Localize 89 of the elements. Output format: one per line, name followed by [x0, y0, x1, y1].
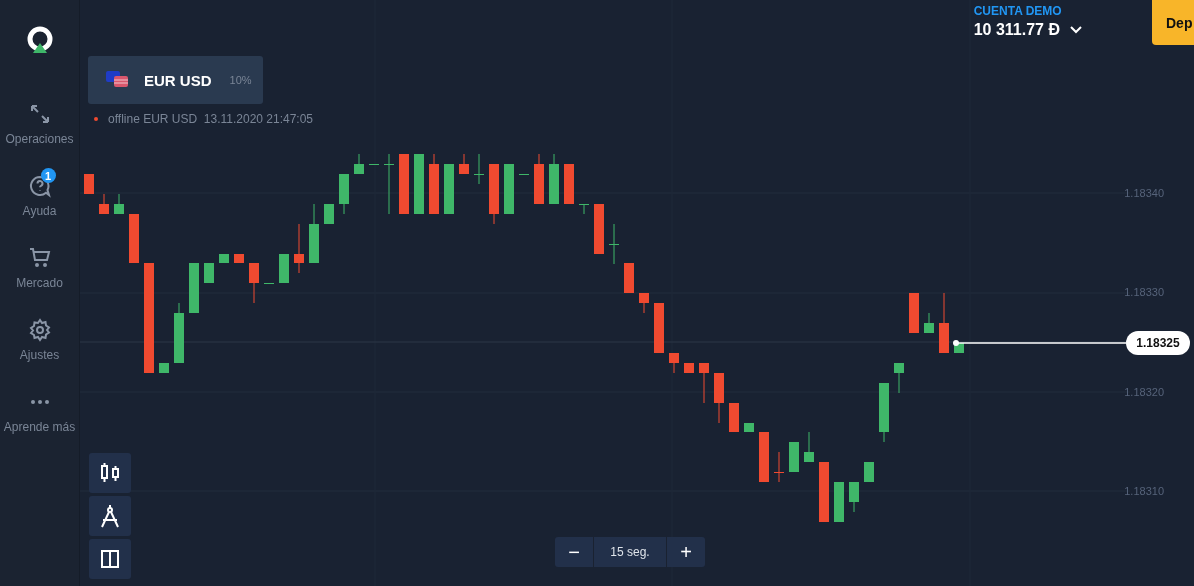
timeframe-value: 15 seg.	[593, 537, 667, 567]
candlestick	[429, 153, 439, 215]
layout-button[interactable]	[89, 539, 131, 579]
candlestick	[399, 153, 409, 215]
balance: 10 311.77 Đ	[973, 21, 1060, 39]
candlestick	[234, 253, 244, 264]
candlestick	[669, 352, 679, 374]
cart-icon	[27, 246, 52, 270]
current-price-label: 1.18325	[1126, 331, 1190, 355]
candlestick	[609, 223, 619, 265]
zoom-in-button[interactable]: +	[667, 537, 705, 567]
candlestick	[129, 213, 139, 264]
logo-icon	[25, 26, 54, 54]
candlestick	[714, 372, 724, 424]
sidebar-item[interactable]: 1 Ayuda	[0, 166, 80, 238]
candlestick	[909, 292, 919, 334]
candlestick	[849, 481, 859, 513]
help-icon	[27, 174, 52, 198]
candlestick	[324, 203, 334, 225]
candlestick	[174, 302, 184, 364]
candlestick	[549, 153, 559, 205]
price-tick: 1.18340	[1124, 187, 1164, 199]
flags-icon	[106, 71, 130, 89]
price-tick: 1.18330	[1124, 286, 1164, 299]
candlestick	[249, 262, 259, 304]
candlestick	[774, 451, 784, 483]
chart-type-button[interactable]	[89, 453, 131, 493]
candlestick	[219, 253, 229, 264]
chevron-down-icon[interactable]	[1070, 26, 1082, 34]
candlestick	[414, 153, 424, 215]
drawing-tools-button[interactable]	[89, 496, 131, 536]
candlestick	[924, 312, 934, 334]
candlestick	[654, 302, 664, 354]
asset-selector[interactable]: EUR USD 10%	[88, 56, 263, 104]
compass-icon	[100, 504, 120, 528]
price-tick: 1.18310	[1124, 484, 1164, 497]
deposit-button[interactable]: Dep	[1152, 0, 1194, 45]
candlestick	[279, 253, 289, 284]
candlestick	[564, 163, 574, 205]
sidebar-item[interactable]: Aprende más	[0, 382, 80, 454]
candlestick	[939, 292, 949, 354]
more-icon	[29, 399, 50, 405]
account-label: CUENTA DEMO	[973, 4, 1063, 18]
candlestick	[819, 461, 829, 523]
candlestick	[84, 173, 94, 195]
candlestick	[339, 173, 349, 215]
candlestick	[189, 262, 199, 314]
candlestick	[294, 223, 304, 274]
status-text: offline EUR USD 13.11.2020 21:47:05	[108, 112, 314, 126]
candlestick	[804, 431, 814, 463]
sidebar-item[interactable]: Mercado	[0, 238, 80, 310]
candlestick	[384, 153, 394, 215]
candlestick	[894, 362, 904, 394]
candlestick	[264, 282, 274, 285]
candlestick	[759, 431, 769, 483]
price-tick: 1.18320	[1124, 385, 1164, 398]
sidebar-item[interactable]: Operaciones	[0, 94, 80, 166]
candlestick	[204, 262, 214, 284]
candlestick	[729, 402, 739, 433]
sidebar-item[interactable]: Ajustes	[0, 310, 80, 382]
candlestick	[369, 163, 379, 166]
candlestick	[879, 382, 889, 443]
settings-icon	[27, 318, 52, 342]
candlestick	[684, 362, 694, 374]
candlestick	[444, 163, 454, 215]
candlestick	[309, 203, 319, 264]
candlestick	[789, 441, 799, 473]
candlestick	[99, 193, 109, 215]
candlestick	[864, 461, 874, 483]
candlestick	[594, 203, 604, 255]
candlestick	[354, 153, 364, 175]
candlestick	[114, 193, 124, 215]
notification-badge: 1	[40, 168, 56, 183]
candlestick	[534, 153, 544, 205]
candlestick	[699, 362, 709, 404]
candlestick	[489, 163, 499, 225]
candlestick	[579, 203, 589, 215]
candlestick	[519, 173, 529, 176]
candlestick	[459, 153, 469, 175]
candlestick	[624, 262, 634, 294]
candlestick	[504, 163, 514, 215]
split-view-icon	[100, 549, 120, 569]
candlestick	[744, 422, 754, 433]
candlestick	[834, 481, 844, 523]
zoom-out-button[interactable]: −	[555, 537, 593, 567]
candlestick	[639, 292, 649, 314]
candlestick	[474, 153, 484, 185]
candles-icon	[100, 462, 120, 484]
candlestick	[159, 362, 169, 374]
